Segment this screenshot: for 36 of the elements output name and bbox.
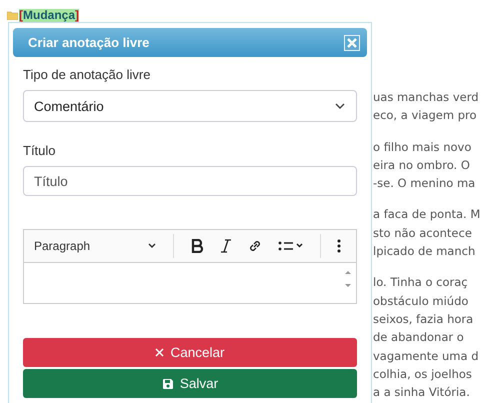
save-icon [162,378,174,390]
text-line: o filho mais novo [373,138,472,156]
text-line: obstáculo miúdo [373,292,470,310]
text-line: sto não acontece [373,224,473,242]
text-line: eira no ombro. O [373,156,471,174]
text-line: de abandonar o [373,329,465,346]
list-icon[interactable] [278,240,304,252]
text-line: -se. O menino ma [373,175,476,192]
text-line: eco, a viagem pro [373,107,478,124]
chevron-down-icon [334,102,346,110]
text-line: colhia, os joelhos [373,366,473,383]
text-line: seixos, fazia hora [373,310,474,328]
text-line: vagamente uma d [373,348,480,365]
bold-icon[interactable] [190,239,204,253]
paragraph-dropdown[interactable]: Paragraph [34,239,157,253]
field-label: Tipo de anotação livre [23,67,152,82]
field-label: Título [23,143,57,158]
scroll-arrows-icon [344,269,352,289]
text-line: lpicado de manch [373,243,476,260]
more-icon[interactable] [337,239,341,253]
chevron-down-icon [147,243,157,249]
cancel-button[interactable]: Cancelar [23,338,357,367]
text-line: uas manchas verd [373,89,480,106]
text-line: a a sinha Vitória. [373,384,471,402]
close-icon[interactable] [344,34,360,50]
dialog-title: Criar anotação livre [28,35,150,50]
link-icon[interactable] [248,239,262,253]
italic-icon[interactable] [220,239,232,253]
title-input[interactable]: Título [23,166,357,196]
save-button[interactable]: Salvar [23,369,357,398]
text-line: lo. Tinha o coraç [373,274,469,292]
close-icon [155,348,164,357]
text-line: a faca de ponta. M [373,206,480,224]
tag-label: [Mudança] [19,8,80,22]
type-select[interactable]: Comentário [23,90,357,122]
folder-icon [7,10,18,20]
